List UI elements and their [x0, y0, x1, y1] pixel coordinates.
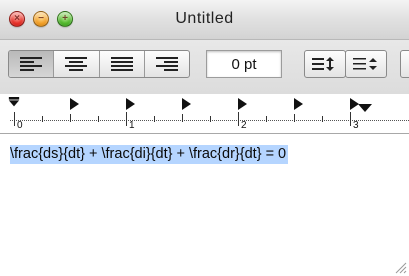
align-center-icon: [65, 57, 88, 71]
ruler-tick: [322, 116, 323, 122]
list-icon: [353, 58, 377, 70]
tab-stop-marker[interactable]: [126, 98, 135, 110]
ruler-number: 0: [17, 120, 23, 131]
ruler-tick: [238, 112, 239, 126]
paragraph-spacing-field[interactable]: 0 pt: [206, 50, 282, 78]
ruler-tick: [210, 116, 211, 122]
right-margin-marker-icon[interactable]: [358, 104, 372, 114]
ruler-number: 2: [241, 120, 247, 131]
align-right-icon: [155, 57, 178, 71]
lists-popup[interactable]: [345, 50, 387, 78]
line-spacing-popup[interactable]: [304, 50, 346, 78]
ruler-tick: [14, 112, 15, 126]
ruler[interactable]: 0 1 2 3: [0, 94, 409, 134]
line-spacing-icon: [312, 57, 334, 71]
resize-grip-icon[interactable]: [393, 260, 407, 274]
ruler-number: 3: [353, 120, 359, 131]
selected-text[interactable]: \frac{ds}{dt} + \frac{di}{dt} + \frac{dr…: [10, 145, 289, 164]
title-bar[interactable]: × − + Untitled: [0, 0, 409, 40]
align-left-icon: [20, 57, 43, 71]
align-left-button[interactable]: [9, 51, 55, 77]
tab-stop-marker[interactable]: [294, 98, 303, 110]
ruler-tick: [42, 116, 43, 122]
tab-stop-marker[interactable]: [238, 98, 247, 110]
ruler-tick: [182, 114, 183, 122]
ruler-tick: [350, 112, 351, 126]
ruler-tick: [154, 116, 155, 122]
tab-stop-marker[interactable]: [182, 98, 191, 110]
indent-marker-icon[interactable]: [8, 96, 20, 110]
ruler-tick: [294, 114, 295, 122]
ruler-tick: [98, 116, 99, 122]
ruler-tick: [126, 112, 127, 126]
window-title: Untitled: [175, 10, 234, 27]
document-text-area[interactable]: \frac{ds}{dt} + \frac{di}{dt} + \frac{dr…: [0, 134, 409, 276]
ruler-tick: [70, 114, 71, 122]
align-center-button[interactable]: [54, 51, 100, 77]
tab-stop-marker[interactable]: [70, 98, 79, 110]
ruler-tick: [266, 116, 267, 122]
ruler-number: 1: [129, 120, 135, 131]
format-toolbar: 0 pt: [0, 40, 409, 94]
align-justify-button[interactable]: [100, 51, 145, 77]
alignment-segmented-control: [8, 50, 190, 78]
align-justify-icon: [110, 57, 133, 71]
styles-popup-edge[interactable]: [400, 50, 409, 78]
align-right-button[interactable]: [145, 51, 189, 77]
